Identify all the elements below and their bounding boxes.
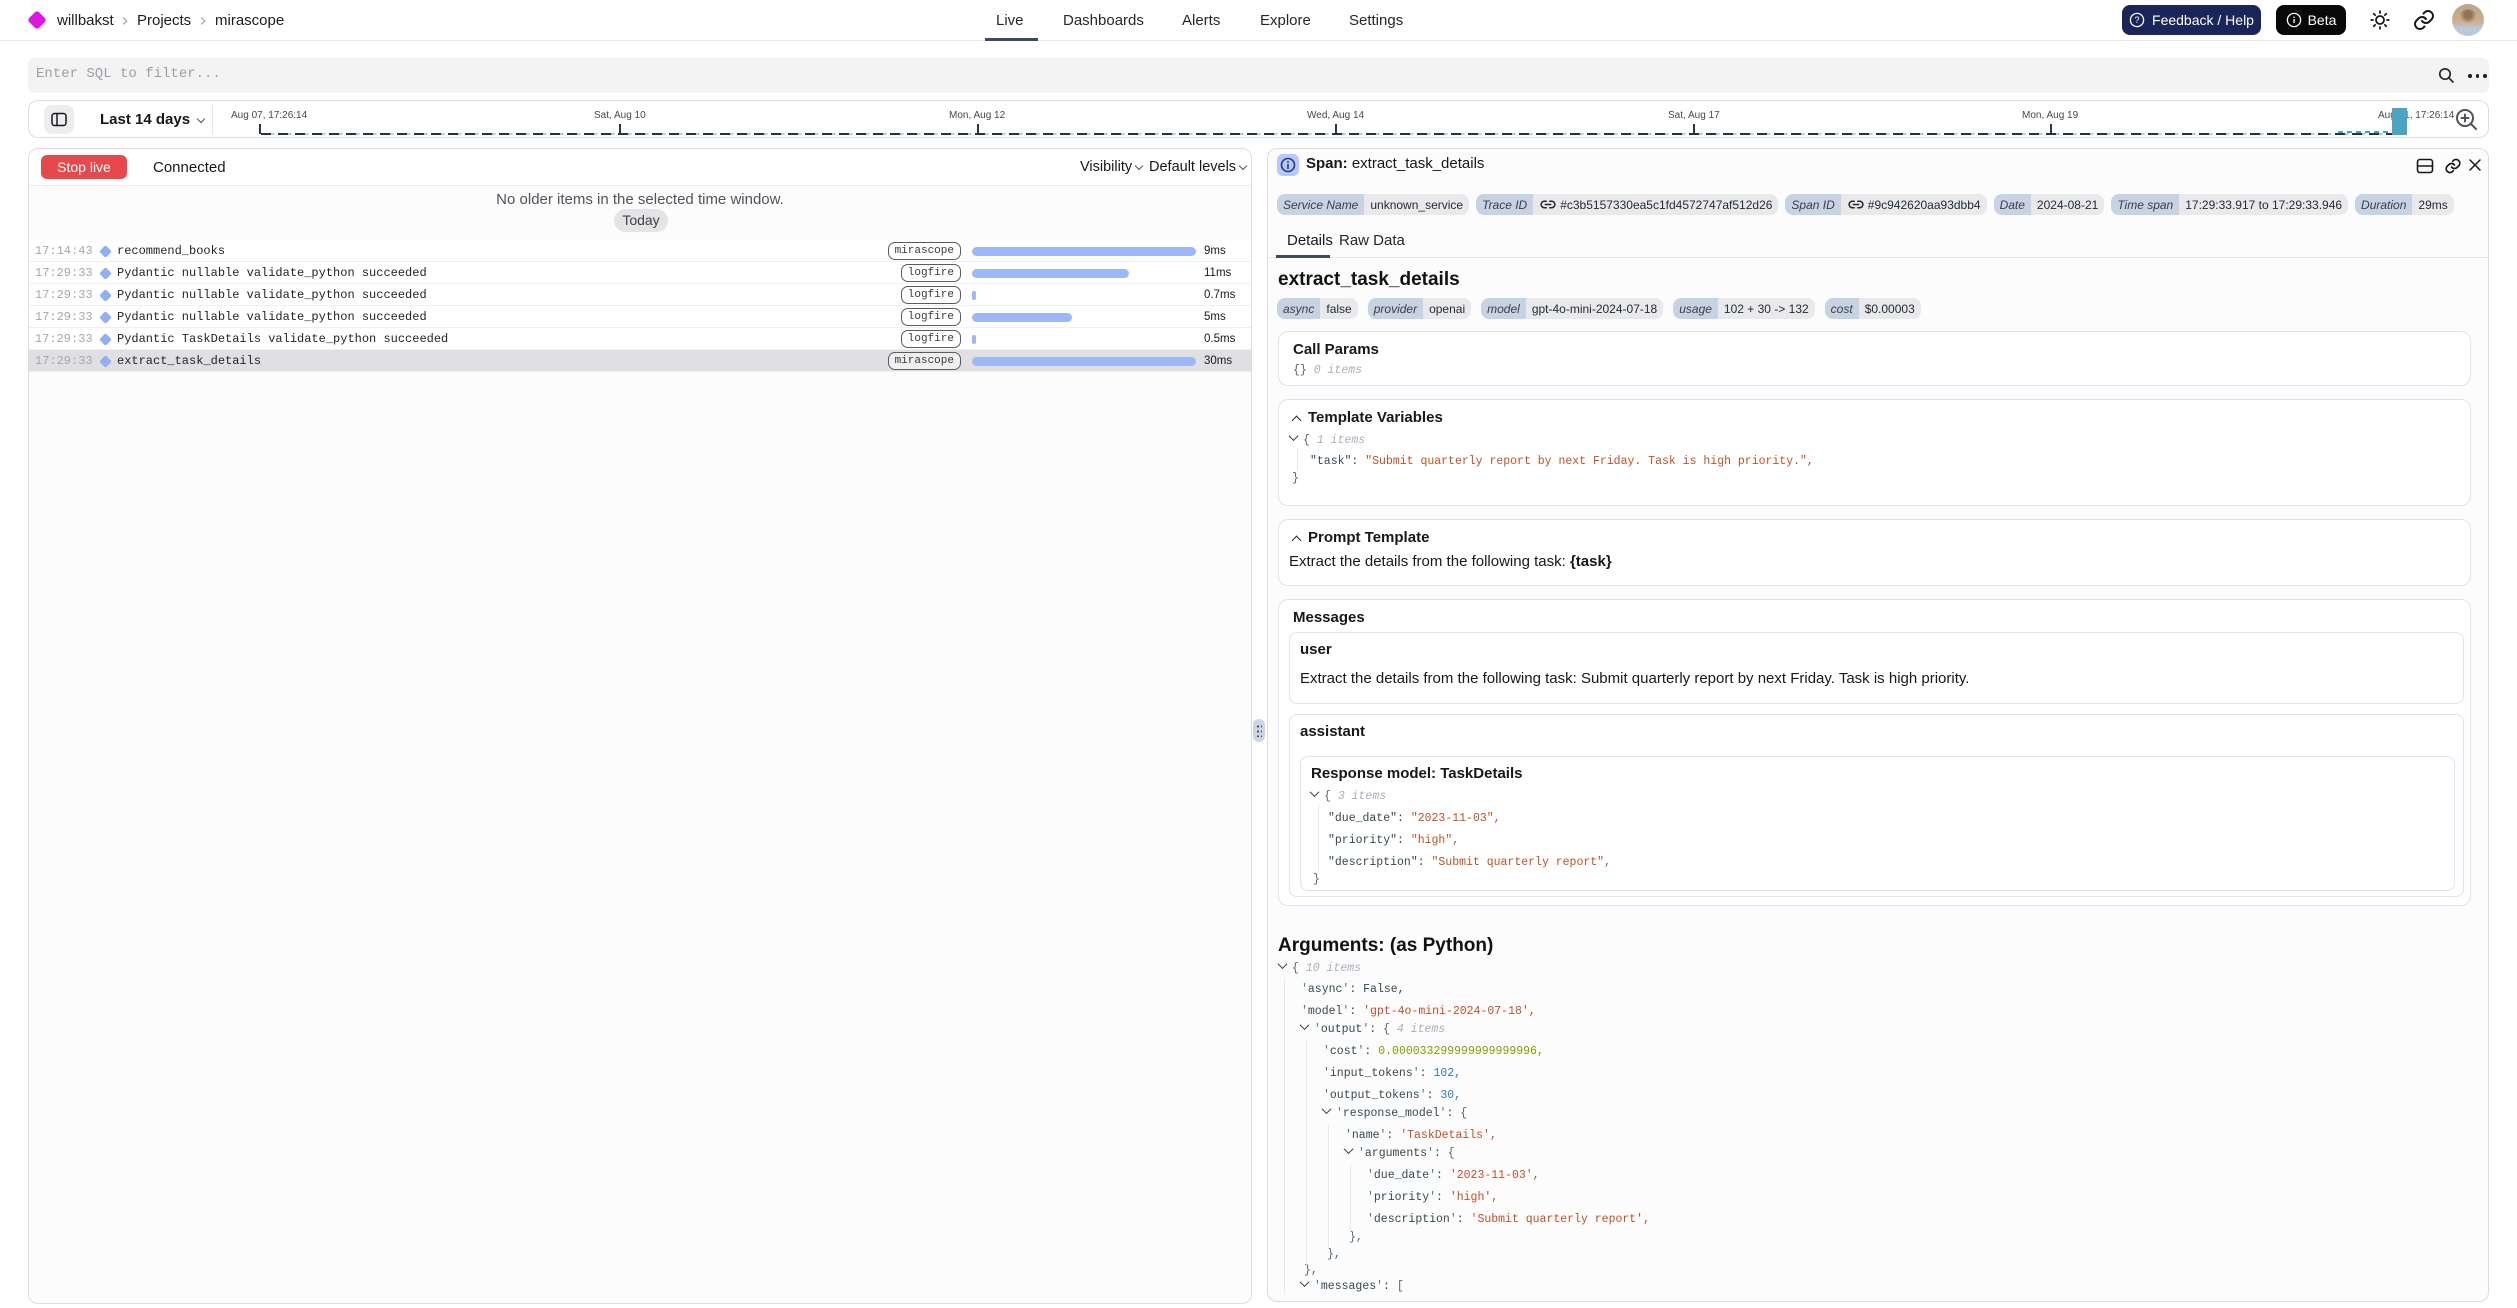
svg-text:?: ? xyxy=(2135,15,2140,25)
